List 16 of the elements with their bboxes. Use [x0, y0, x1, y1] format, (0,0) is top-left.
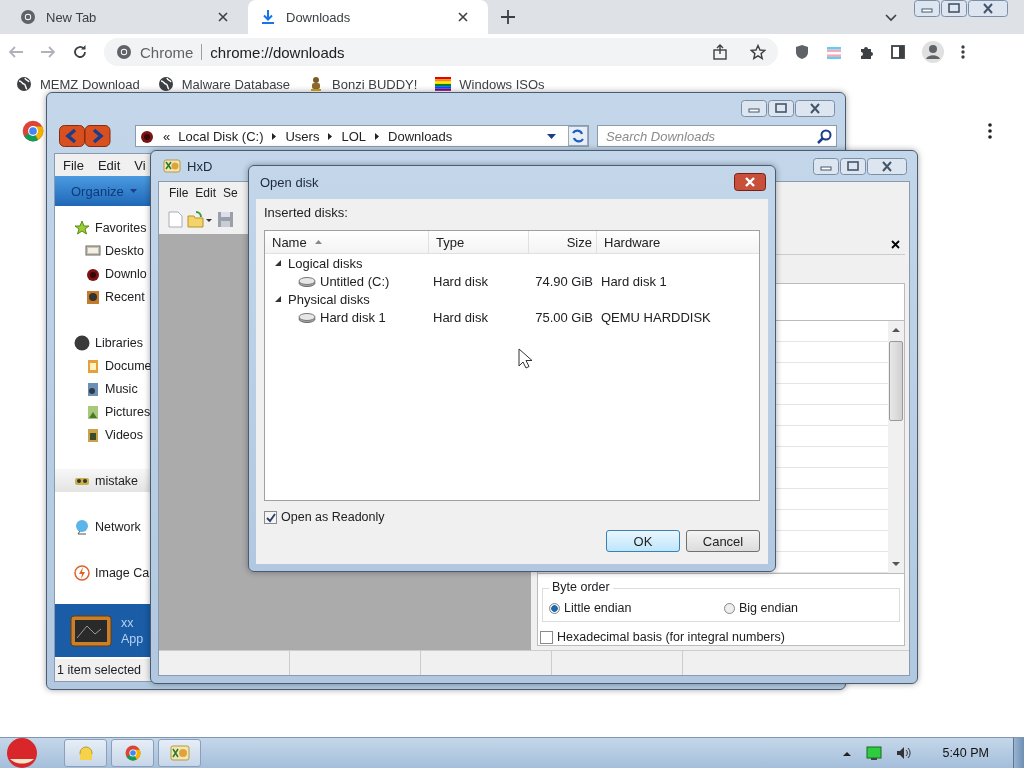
- prompt-label: Inserted disks:: [264, 205, 349, 222]
- group-label: Byte order: [549, 580, 613, 594]
- table-cell-text: Hard disk 1: [600, 272, 668, 290]
- table-cell-text: Hard disk: [432, 308, 489, 326]
- window-title: HxD: [187, 158, 213, 174]
- window-title: Open disk: [260, 175, 319, 190]
- file-name: xx: [121, 615, 135, 630]
- table-cell-text: 75.00 GiB: [534, 308, 594, 326]
- tab-title: Downloads: [286, 9, 352, 25]
- url-text: chrome://downloads: [210, 43, 345, 61]
- table-cell-text: QEMU HARDDISK: [600, 308, 712, 326]
- tab-title: New Tab: [46, 9, 98, 25]
- file-type: App: [121, 631, 144, 646]
- site-label: Chrome: [140, 43, 194, 61]
- table-cell-text: Hard disk: [432, 272, 489, 290]
- table-cell-text: 74.90 GiB: [534, 272, 594, 290]
